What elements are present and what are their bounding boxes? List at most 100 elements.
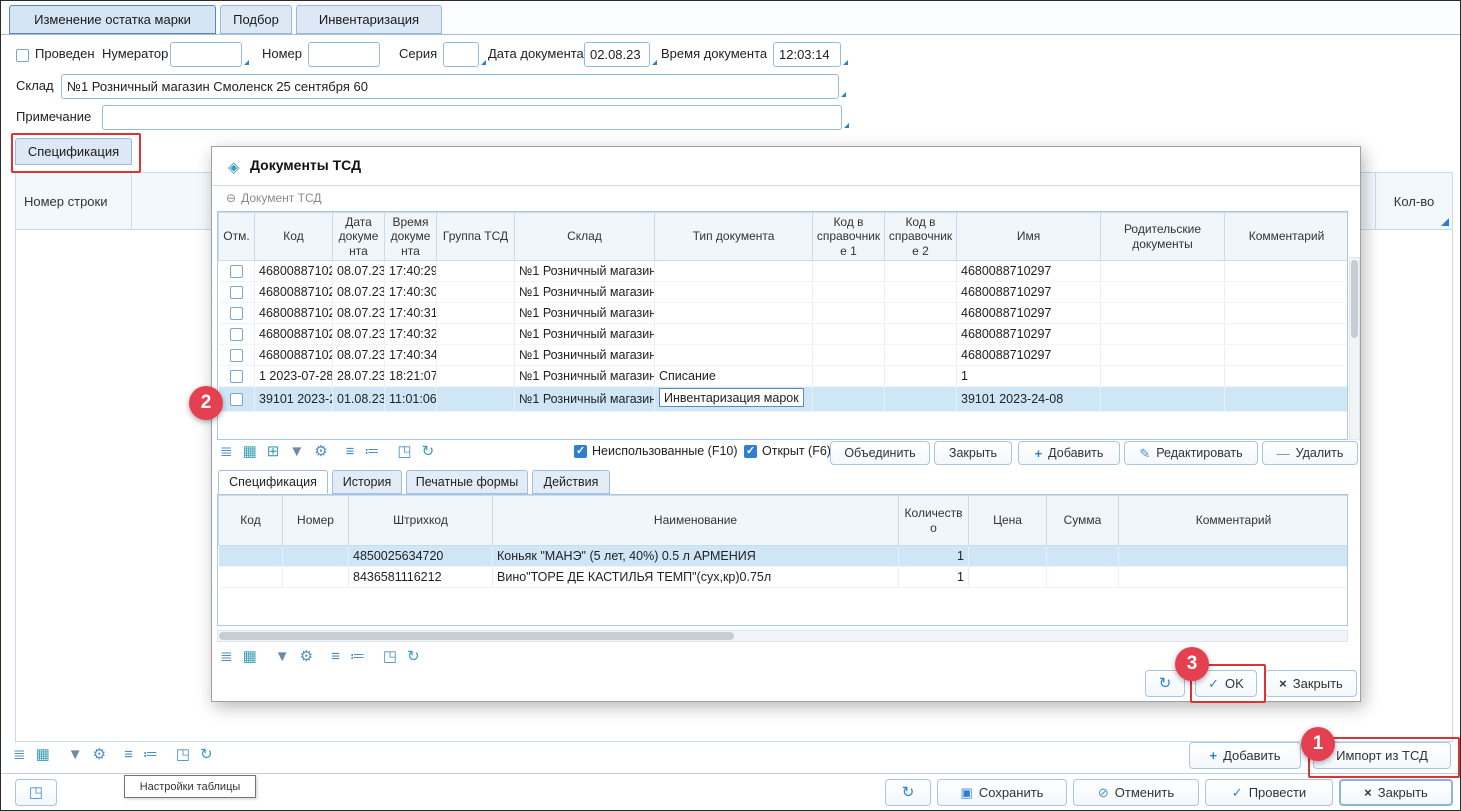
col-kommentarij[interactable]: Комментарий (1119, 496, 1349, 546)
col-ref1[interactable]: Код в справочнике 1 (813, 213, 885, 261)
close-button[interactable]: × Закрыть (1339, 779, 1453, 806)
col-nomer[interactable]: Номер (283, 496, 349, 546)
col-naimenovanie[interactable]: Наименование (493, 496, 899, 546)
export-icon[interactable]: ◳ (383, 649, 397, 664)
scrollbar-thumb[interactable] (219, 632, 734, 640)
row-checkbox[interactable] (230, 349, 243, 362)
tab-podbor[interactable]: Подбор (220, 5, 292, 34)
col-doc-type[interactable]: Тип документа (655, 213, 813, 261)
tab-izmenenie-ostatka[interactable]: Изменение остатка марки (9, 5, 216, 34)
table-view-icon[interactable]: ▦ (243, 649, 257, 664)
close-doc-button[interactable]: Закрыть (934, 441, 1012, 465)
scrollbar-thumb[interactable] (1351, 260, 1358, 338)
col-sklad[interactable]: Склад (515, 213, 655, 261)
col-name[interactable]: Имя (957, 213, 1101, 261)
numerator-input[interactable] (170, 42, 242, 67)
filter-icon[interactable]: ▼ (289, 444, 304, 459)
col-barcode[interactable]: Штрихкод (349, 496, 493, 546)
row-checkbox[interactable] (230, 265, 243, 278)
doc-row[interactable]: 4680088710297 08.07.23 17:40:31 №1 Розни… (219, 303, 1349, 324)
col-otm[interactable]: Отм. (219, 213, 255, 261)
col-date[interactable]: Дата документа (333, 213, 385, 261)
spec-row[interactable]: 8436581116212 Вино"ТОРЕ ДЕ КАСТИЛЬЯ ТЕМП… (219, 567, 1349, 588)
doc-row[interactable]: 4680088710297 08.07.23 17:40:29 №1 Розни… (219, 261, 1349, 282)
refresh-button[interactable]: ↻ (885, 779, 931, 806)
rows-icon[interactable]: ≡ (331, 649, 340, 664)
doc-time-input[interactable] (773, 42, 841, 67)
spec-horizontal-scrollbar[interactable] (217, 630, 1348, 642)
doc-type-editbox[interactable]: Инвентаризация марок (659, 388, 804, 407)
doc-row[interactable]: 4680088710297 08.07.23 17:40:32 №1 Розни… (219, 324, 1349, 345)
col-ref2[interactable]: Код в справочнике 2 (885, 213, 957, 261)
dialog-tab-istoriya[interactable]: История (332, 470, 402, 494)
col-comment[interactable]: Комментарий (1225, 213, 1349, 261)
seriya-input[interactable] (443, 42, 479, 67)
doc-date-input[interactable] (584, 42, 650, 67)
rows-edit-icon[interactable]: ≔ (143, 747, 158, 762)
cancel-button[interactable]: ⊘ Отменить (1073, 779, 1199, 806)
rows-icon[interactable]: ≡ (124, 747, 133, 762)
row-checkbox[interactable] (230, 393, 243, 406)
col-parent-docs[interactable]: Родительские документы (1101, 213, 1225, 261)
col-kolichestvo[interactable]: Количество (899, 496, 969, 546)
note-input[interactable] (102, 105, 842, 130)
row-checkbox[interactable] (230, 328, 243, 341)
export-icon[interactable]: ◳ (397, 444, 411, 459)
dialog-tab-specifikaciya[interactable]: Спецификация (218, 470, 328, 494)
rows-edit-icon[interactable]: ≔ (350, 649, 365, 664)
merge-button[interactable]: Объединить (830, 441, 930, 465)
doc-row-selected[interactable]: 39101 2023-24-08 01.08.23 11:01:06 №1 Ро… (219, 387, 1349, 412)
col-kod[interactable]: Код (219, 496, 283, 546)
doc-row[interactable]: 4680088710297 08.07.23 17:40:34 №1 Розни… (219, 345, 1349, 366)
add-doc-button[interactable]: + Добавить (1018, 441, 1120, 465)
tab-specifikaciya-main[interactable]: Спецификация (15, 138, 132, 165)
calendar-icon[interactable]: ⊞ (267, 444, 280, 459)
row-checkbox[interactable] (230, 370, 243, 383)
bottom-export-button[interactable]: ◳ (15, 779, 57, 806)
add-row-button[interactable]: + Добавить (1189, 742, 1301, 769)
rows-edit-icon[interactable]: ≔ (364, 444, 379, 459)
filter-icon[interactable]: ▼ (68, 747, 83, 762)
docs-vertical-scrollbar[interactable] (1349, 257, 1360, 440)
edit-doc-button[interactable]: ✎ Редактировать (1124, 441, 1258, 465)
proveden-checkbox[interactable] (16, 49, 29, 62)
post-button[interactable]: ✓ Провести (1205, 779, 1333, 806)
col-summa[interactable]: Сумма (1047, 496, 1119, 546)
collapse-icon[interactable]: ⊖ (226, 191, 236, 205)
rows-icon[interactable]: ≡ (346, 444, 355, 459)
filter-unused[interactable]: Неиспользованные (F10) (574, 444, 738, 458)
table-view-icon[interactable]: ▦ (243, 444, 257, 459)
gear-icon[interactable]: ⚙ (93, 747, 106, 762)
list-settings-icon[interactable]: ≣ (220, 444, 233, 459)
doc-row[interactable]: 4680088710297 08.07.23 17:40:30 №1 Розни… (219, 282, 1349, 303)
delete-doc-button[interactable]: — Удалить (1262, 441, 1358, 465)
save-button[interactable]: ▣ Сохранить (937, 779, 1067, 806)
gear-icon[interactable]: ⚙ (300, 649, 313, 664)
refresh-icon[interactable]: ↻ (200, 747, 213, 762)
col-time[interactable]: Время документа (385, 213, 437, 261)
dialog-close-button[interactable]: × Закрыть (1265, 670, 1357, 697)
list-settings-icon[interactable]: ≣ (13, 747, 26, 762)
unused-checkbox[interactable] (574, 445, 587, 458)
list-settings-icon[interactable]: ≣ (220, 649, 233, 664)
export-icon[interactable]: ◳ (176, 747, 190, 762)
row-checkbox[interactable] (230, 286, 243, 299)
filter-icon[interactable]: ▼ (275, 649, 290, 664)
col-group-tsd[interactable]: Группа ТСД (437, 213, 515, 261)
sklad-input[interactable] (61, 74, 839, 99)
filter-open[interactable]: Открыт (F6) (744, 444, 831, 458)
doc-group-label[interactable]: ⊖ Документ ТСД (226, 191, 322, 205)
row-checkbox[interactable] (230, 307, 243, 320)
col-kod[interactable]: Код (255, 213, 333, 261)
nomer-input[interactable] (308, 42, 380, 67)
open-checkbox[interactable] (744, 445, 757, 458)
col-cena[interactable]: Цена (969, 496, 1047, 546)
tab-inventarizaciya[interactable]: Инвентаризация (296, 5, 442, 34)
refresh-icon[interactable]: ↻ (422, 444, 435, 459)
dialog-tab-dejstviya[interactable]: Действия (532, 470, 610, 494)
table-view-icon[interactable]: ▦ (36, 747, 50, 762)
doc-row[interactable]: 1 2023-07-28 28.07.23 18:21:07 №1 Рознич… (219, 366, 1349, 387)
gear-icon[interactable]: ⚙ (314, 444, 327, 459)
dialog-tab-pechatnye-formy[interactable]: Печатные формы (406, 470, 528, 494)
column-header-row-number[interactable]: Номер строки (16, 173, 132, 229)
